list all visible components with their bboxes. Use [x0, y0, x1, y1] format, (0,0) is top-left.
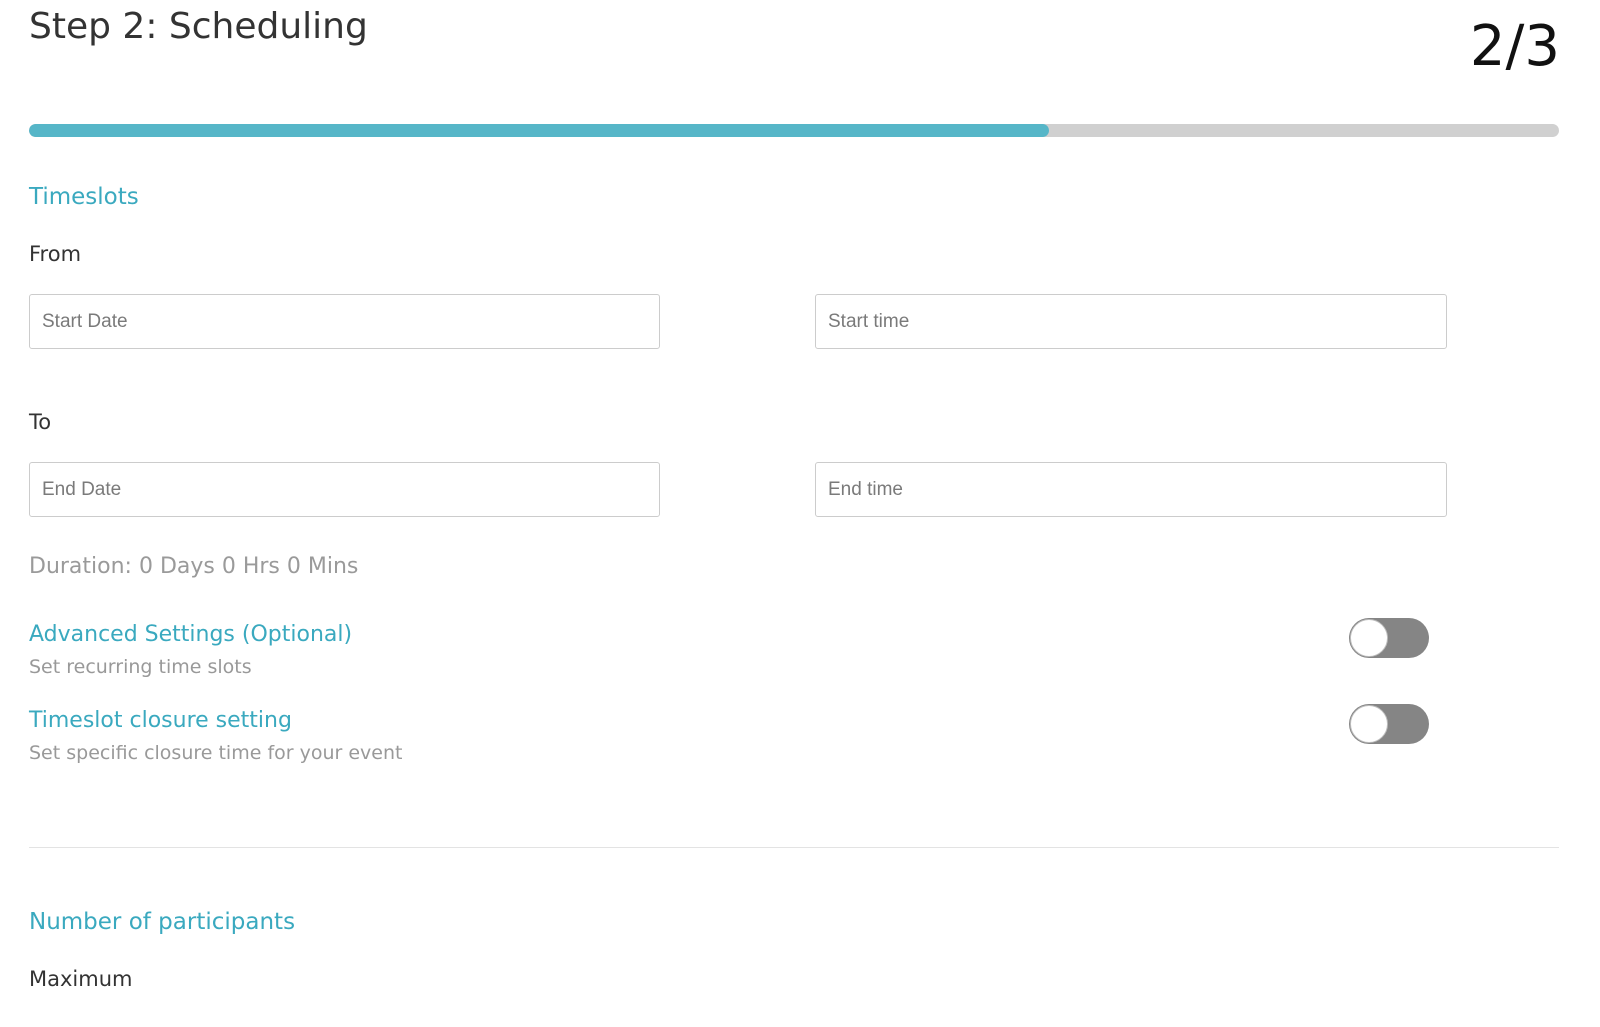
progress-bar-fill: [29, 124, 1050, 137]
end-date-input[interactable]: [29, 462, 660, 517]
page-title: Step 2: Scheduling: [29, 6, 368, 47]
timeslots-heading: Timeslots: [29, 184, 139, 210]
closure-setting-title: Timeslot closure setting: [29, 708, 292, 733]
end-time-input[interactable]: [815, 462, 1447, 517]
step-counter: 2/3: [1469, 14, 1560, 79]
progress-bar: [29, 124, 1559, 137]
advanced-settings-toggle[interactable]: [1349, 618, 1429, 658]
section-divider: [29, 847, 1559, 848]
scheduling-page: Step 2: Scheduling 2/3 Timeslots From To…: [0, 0, 1600, 1027]
from-label: From: [29, 242, 82, 266]
closure-setting-toggle[interactable]: [1349, 704, 1429, 744]
advanced-settings-title: Advanced Settings (Optional): [29, 622, 353, 647]
duration-text: Duration: 0 Days 0 Hrs 0 Mins: [29, 554, 359, 579]
to-label: To: [29, 410, 52, 434]
closure-setting-subtitle: Set specific closure time for your event: [29, 742, 403, 764]
start-time-input[interactable]: [815, 294, 1447, 349]
start-date-input[interactable]: [29, 294, 660, 349]
maximum-label: Maximum: [29, 967, 133, 991]
participants-heading: Number of participants: [29, 909, 296, 935]
advanced-settings-subtitle: Set recurring time slots: [29, 656, 252, 678]
toggle-knob: [1350, 705, 1388, 743]
toggle-knob: [1350, 619, 1388, 657]
